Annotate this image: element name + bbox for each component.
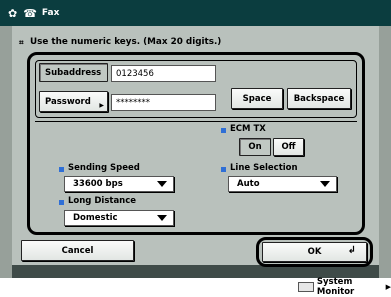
ecm-bullet <box>221 128 226 133</box>
ecm-on-button[interactable]: On <box>239 138 271 156</box>
numeric-keys-icon: ⌗ <box>19 38 24 47</box>
password-input[interactable]: ******** <box>111 94 216 111</box>
status-icon: ✿ <box>8 6 18 20</box>
sending-speed-label: Sending Speed <box>68 163 140 173</box>
fax-icon: ☎ <box>23 6 37 20</box>
title-bar: ✿ ☎ Fax <box>0 0 391 26</box>
long-distance-value: Domestic <box>73 213 118 223</box>
cancel-button[interactable]: Cancel <box>21 240 134 261</box>
subaddress-value: 0123456 <box>116 68 154 79</box>
divider <box>35 121 357 122</box>
sending-speed-value: 33600 bps <box>73 179 123 189</box>
subaddress-input[interactable]: 0123456 <box>111 65 216 82</box>
line-selection-dropdown[interactable]: Auto <box>228 176 337 192</box>
system-monitor-icon <box>298 282 314 292</box>
space-label: Space <box>242 93 272 104</box>
window-title: Fax <box>41 8 60 18</box>
arrow-right-icon: ▶ <box>385 283 391 291</box>
password-button[interactable]: Password ▶ <box>39 91 108 112</box>
system-monitor-button[interactable]: System Monitor ▶ <box>298 277 391 297</box>
sending-speed-bullet <box>59 167 64 172</box>
corner-arrow-icon: ▶ <box>99 102 104 109</box>
subaddress-button[interactable]: Subaddress <box>39 63 108 82</box>
instruction-text: Use the numeric keys. (Max 20 digits.) <box>30 37 222 47</box>
enter-icon: ↲ <box>347 245 356 256</box>
ecm-label: ECM TX <box>230 124 266 134</box>
sending-speed-dropdown[interactable]: 33600 bps <box>64 176 174 192</box>
line-selection-bullet <box>221 167 226 172</box>
line-selection-label: Line Selection <box>230 163 298 173</box>
subaddress-label: Subaddress <box>45 67 102 78</box>
system-monitor-label: System Monitor <box>316 277 355 297</box>
ecm-on-label: On <box>248 142 262 152</box>
chevron-down-icon <box>157 181 167 187</box>
space-button[interactable]: Space <box>231 88 283 109</box>
ecm-off-button[interactable]: Off <box>273 138 304 156</box>
line-selection-value: Auto <box>237 179 260 189</box>
ecm-off-label: Off <box>281 142 296 152</box>
long-distance-bullet <box>59 200 64 205</box>
password-label: Password <box>45 96 91 107</box>
backspace-button[interactable]: Backspace <box>287 88 351 109</box>
cancel-label: Cancel <box>61 245 94 256</box>
backspace-label: Backspace <box>293 93 345 104</box>
password-value: ******** <box>116 97 150 108</box>
chevron-down-icon <box>320 181 330 187</box>
ok-label: OK <box>307 247 322 257</box>
ok-button[interactable]: OK ↲ <box>262 242 367 262</box>
long-distance-label: Long Distance <box>68 196 137 206</box>
chevron-down-icon <box>157 215 167 221</box>
long-distance-dropdown[interactable]: Domestic <box>64 210 174 226</box>
